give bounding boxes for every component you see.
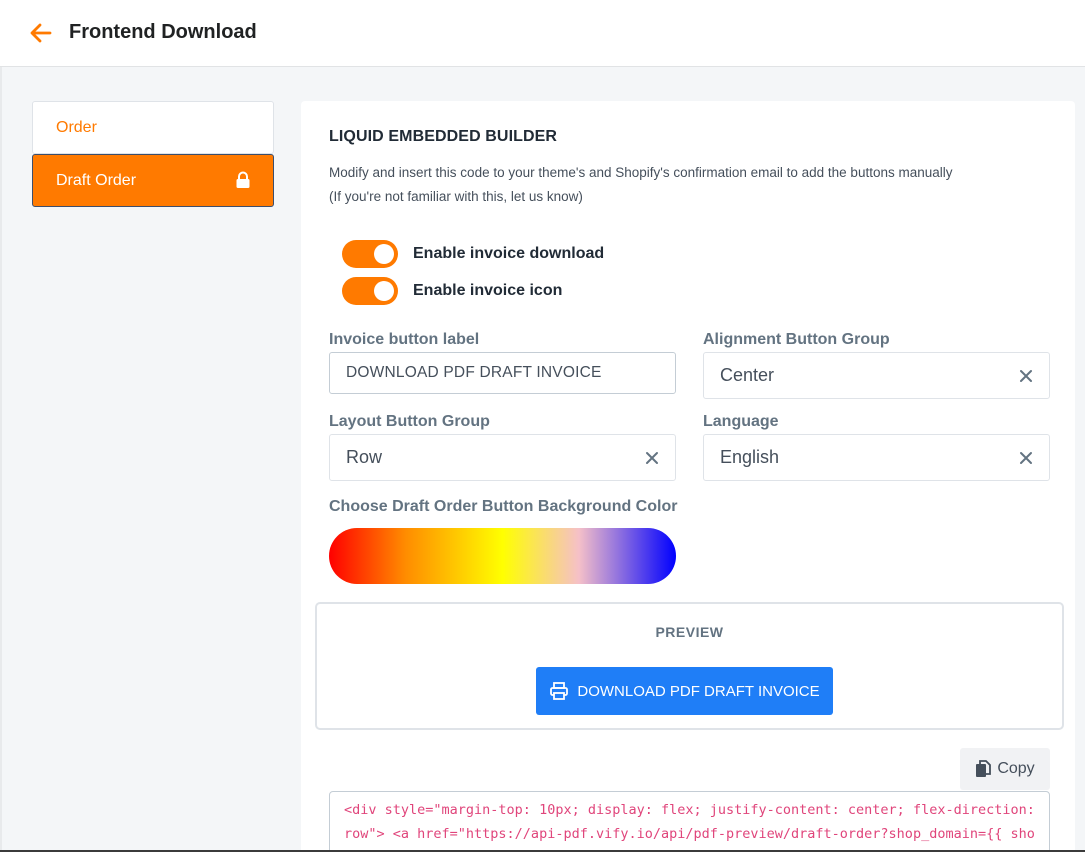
toggle-label: Enable invoice download: [413, 245, 605, 262]
alignment-select[interactable]: Center: [703, 352, 1050, 399]
layout-field-label: Layout Button Group: [329, 413, 490, 430]
printer-icon: [550, 682, 569, 700]
divider: [0, 67, 2, 852]
layout-value: Row: [346, 447, 383, 467]
close-icon[interactable]: [645, 451, 659, 465]
language-select[interactable]: English: [703, 434, 1050, 481]
back-button[interactable]: [28, 20, 54, 46]
alignment-field-label: Alignment Button Group: [703, 331, 890, 348]
code-textarea[interactable]: <div style="margin-top: 10px; display: f…: [329, 791, 1050, 852]
top-bar: Frontend Download: [0, 0, 1085, 67]
preview-download-button[interactable]: DOWNLOAD PDF DRAFT INVOICE: [536, 667, 833, 715]
sidebar-item-label: Order: [56, 118, 97, 136]
toggle-knob: [374, 281, 394, 301]
description-line: Modify and insert this code to your them…: [329, 165, 953, 180]
lock-icon: [236, 171, 250, 188]
color-field-label: Choose Draft Order Button Background Col…: [329, 498, 678, 515]
close-icon[interactable]: [1019, 369, 1033, 383]
card-title: LIQUID EMBEDDED BUILDER: [329, 128, 558, 145]
arrow-left-icon: [30, 23, 52, 43]
toggle-invoice-download[interactable]: [342, 240, 398, 268]
color-picker-gradient[interactable]: [329, 528, 676, 584]
toggle-label: Enable invoice icon: [413, 282, 563, 299]
alignment-value: Center: [720, 365, 775, 385]
copy-icon: [976, 760, 992, 777]
sidebar-item-order[interactable]: Order: [32, 101, 274, 154]
preview-button-label: DOWNLOAD PDF DRAFT INVOICE: [577, 682, 820, 700]
toggle-knob: [374, 244, 394, 264]
toggle-invoice-icon-row: Enable invoice icon: [342, 277, 562, 305]
preview-title: PREVIEW: [655, 624, 724, 640]
invoice-label-input[interactable]: [329, 352, 676, 394]
sidebar-item-label: Draft Order: [56, 171, 137, 189]
toggle-invoice-download-row: Enable invoice download: [342, 240, 604, 268]
language-value: English: [720, 447, 780, 467]
language-field-label: Language: [703, 413, 779, 430]
preview-panel: PREVIEW DOWNLOAD PDF DRAFT INVOICE: [315, 602, 1064, 730]
close-icon[interactable]: [1019, 451, 1033, 465]
copy-label: Copy: [997, 760, 1035, 777]
toggle-invoice-icon[interactable]: [342, 277, 398, 305]
builder-card: LIQUID EMBEDDED BUILDER Modify and inser…: [301, 101, 1075, 852]
copy-button[interactable]: Copy: [960, 748, 1050, 790]
sidebar-item-draft-order[interactable]: Draft Order: [32, 154, 274, 207]
invoice-label-field-label: Invoice button label: [329, 331, 480, 348]
layout-select[interactable]: Row: [329, 434, 676, 481]
page-title: Frontend Download: [69, 21, 257, 43]
card-description: Modify and insert this code to your them…: [329, 161, 953, 209]
description-note: (If you're not familiar with this, let u…: [329, 189, 583, 204]
